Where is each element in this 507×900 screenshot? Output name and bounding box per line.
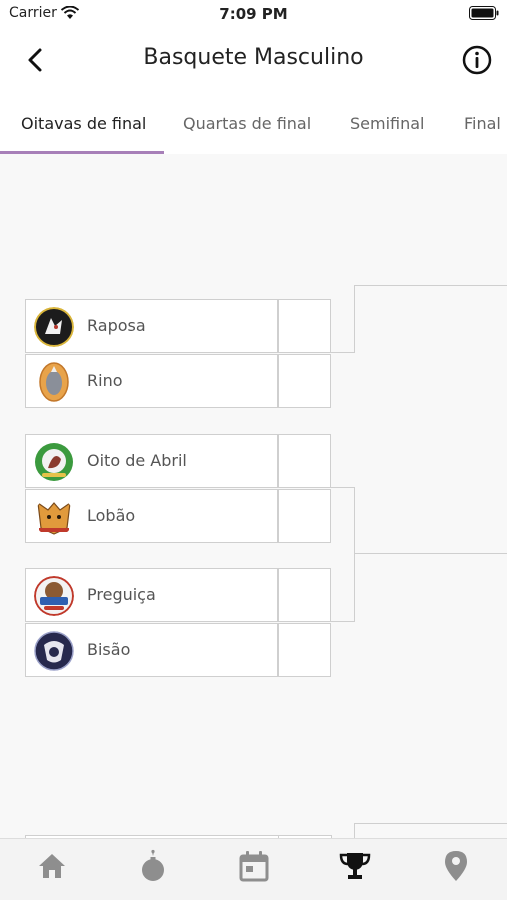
team-row-oito-de-abril[interactable]: Oito de Abril bbox=[25, 434, 278, 488]
home-icon[interactable] bbox=[35, 849, 69, 883]
team-name: Bisão bbox=[87, 640, 131, 659]
bracket-connector bbox=[331, 621, 355, 622]
team-name: Lobão bbox=[87, 506, 136, 525]
round-tabs: Oitavas de final Quartas de final Semifi… bbox=[0, 92, 507, 154]
tab-quartas-de-final[interactable]: Quartas de final bbox=[183, 114, 311, 133]
status-time: 7:09 PM bbox=[219, 5, 288, 23]
raposa-logo bbox=[34, 307, 74, 347]
battery-icon bbox=[469, 6, 499, 20]
tab-final[interactable]: Final bbox=[464, 114, 501, 133]
score-cell[interactable] bbox=[278, 489, 331, 543]
team-row-raposa[interactable]: Raposa bbox=[25, 299, 278, 353]
bracket-connector bbox=[331, 487, 355, 488]
bracket-connector bbox=[354, 823, 507, 824]
rino-logo bbox=[39, 362, 69, 402]
preguica-logo bbox=[34, 576, 74, 616]
team-row-lobao[interactable]: Lobão bbox=[25, 489, 278, 543]
team-row-bisao[interactable]: Bisão bbox=[25, 623, 278, 677]
team-name: Raposa bbox=[87, 316, 146, 335]
bracket-connector bbox=[354, 487, 355, 622]
bracket-connector bbox=[354, 285, 355, 353]
score-cell[interactable] bbox=[278, 299, 331, 353]
team-name: Preguiça bbox=[87, 585, 156, 604]
bracket-connector bbox=[331, 352, 355, 353]
team-row-rino[interactable]: Rino bbox=[25, 354, 278, 408]
bracket-connector bbox=[354, 285, 507, 286]
bracket-connector bbox=[354, 553, 507, 554]
lobao-logo bbox=[37, 501, 71, 535]
bisao-logo bbox=[34, 631, 74, 671]
tab-oitavas-de-final[interactable]: Oitavas de final bbox=[21, 114, 146, 133]
page-title: Basquete Masculino bbox=[143, 45, 364, 70]
tab-semifinal[interactable]: Semifinal bbox=[350, 114, 425, 133]
score-cell[interactable] bbox=[278, 354, 331, 408]
bottom-tab-bar bbox=[0, 838, 507, 900]
oito-de-abril-logo bbox=[35, 443, 73, 481]
team-row-preguica[interactable]: Preguiça bbox=[25, 568, 278, 622]
team-name: Oito de Abril bbox=[87, 451, 187, 470]
status-bar: Carrier 7:09 PM bbox=[0, 0, 507, 28]
score-cell[interactable] bbox=[278, 434, 331, 488]
nav-bar: Basquete Masculino bbox=[0, 28, 507, 92]
bracket-connector bbox=[354, 823, 355, 838]
map-pin-icon[interactable] bbox=[439, 849, 473, 883]
trophy-icon[interactable] bbox=[338, 849, 372, 883]
team-name: Rino bbox=[87, 371, 123, 390]
info-icon[interactable] bbox=[461, 44, 493, 76]
score-cell[interactable] bbox=[278, 568, 331, 622]
bracket: Raposa Rino Oito de Abril Lobão Preguiça… bbox=[0, 154, 507, 838]
bomb-icon[interactable] bbox=[136, 849, 170, 883]
score-cell[interactable] bbox=[278, 623, 331, 677]
calendar-icon[interactable] bbox=[237, 849, 271, 883]
